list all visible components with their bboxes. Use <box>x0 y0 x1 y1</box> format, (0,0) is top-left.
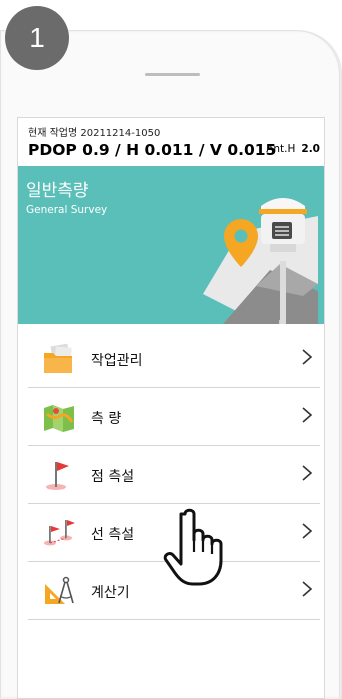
chevron-right-icon <box>302 581 313 597</box>
antenna-height-label: Ant.H <box>266 143 296 155</box>
compass-ruler-icon <box>45 576 74 604</box>
line-flag-icon <box>44 520 75 546</box>
antenna-height[interactable]: Ant.H 2.0 <box>266 143 320 155</box>
menu-label-survey: 측 량 <box>91 411 122 427</box>
banner-title: 일반측량 <box>26 181 89 201</box>
menu-item-job-management[interactable]: 작업관리 <box>28 330 320 388</box>
menu-item-survey[interactable]: 측 량 <box>28 388 320 446</box>
current-job-label: 현재 작업명 20211214-1050 <box>28 128 161 139</box>
menu-label-calculator: 계산기 <box>91 585 130 601</box>
point-flag-icon <box>46 462 69 490</box>
menu-label-job-management: 작업관리 <box>91 353 143 369</box>
receiver-band <box>259 209 307 214</box>
location-pin-hole <box>234 229 248 243</box>
menu-item-point-stakeout[interactable]: 점 측설 <box>28 446 320 504</box>
map-icon <box>44 405 74 432</box>
folder-icon <box>44 343 72 373</box>
app-screen: 현재 작업명 20211214-1050 PDOP 0.9 / H 0.011 … <box>17 117 325 699</box>
menu-label-point-stakeout: 점 측설 <box>91 469 135 485</box>
banner-subtitle: General Survey <box>26 204 108 216</box>
chevron-right-icon <box>302 407 313 423</box>
receiver-pole <box>280 261 286 324</box>
chevron-right-icon <box>302 465 313 481</box>
menu-label-line-stakeout: 선 측설 <box>91 527 135 543</box>
phone-speaker-notch <box>145 73 200 76</box>
general-survey-banner: 일반측량 General Survey <box>18 166 324 324</box>
chevron-right-icon <box>302 349 313 365</box>
precision-status: PDOP 0.9 / H 0.011 / V 0.015 <box>28 141 277 159</box>
step-number-badge: 1 <box>5 6 69 70</box>
antenna-height-value: 2.0 <box>301 143 320 155</box>
chevron-right-icon <box>302 523 313 539</box>
tap-hand-pointer-icon <box>163 508 223 586</box>
